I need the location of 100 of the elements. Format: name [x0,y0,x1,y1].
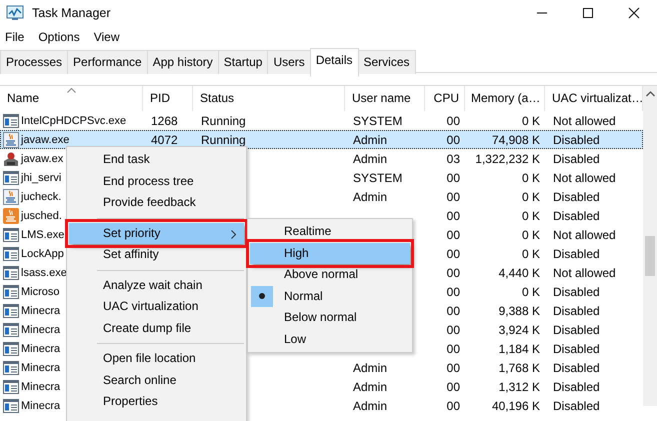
cpu-cell: 00 [446,114,460,128]
column-header[interactable]: CPU [425,86,465,111]
menu-item[interactable]: Open file location [69,348,244,370]
uac-cell: Disabled [553,208,600,222]
memory-cell: 74,908 K [492,132,540,146]
process-name: jhi_servi [21,172,62,184]
tab[interactable]: Services [358,50,416,74]
uac-cell: Disabled [553,246,600,260]
menu-item[interactable]: Below normal [250,307,410,328]
memory-cell: 0 K [522,208,540,222]
close-icon[interactable] [628,6,640,18]
menu-item[interactable]: Low [250,328,410,350]
menu-item[interactable]: Realtime [250,221,410,242]
window-icon [3,114,19,128]
cpu-cell: 00 [446,398,460,412]
process-name: Minecra [21,304,60,316]
cpu-cell: 00 [446,266,460,280]
column-header[interactable]: Memory (a… [465,86,545,111]
cpu-cell: 00 [446,284,460,298]
memory-cell: 0 K [522,190,540,204]
menu-bar-item[interactable]: File [5,30,24,44]
menu-item[interactable]: Analyze wait chain [69,274,244,296]
memory-cell: 0 K [522,170,540,184]
tab[interactable]: Users [267,50,311,74]
memory-cell: 3,924 K [498,322,540,336]
cpu-cell: 00 [446,208,460,222]
process-name: Minecra [21,362,60,374]
coffee-cup-icon [3,132,19,148]
tab[interactable]: Performance [67,50,148,74]
scroll-thumb[interactable] [645,236,655,276]
process-name: IntelCpHDCPSvc.exe [21,114,126,126]
window-icon [3,304,19,318]
game-icon [3,150,19,166]
tab[interactable]: App history [146,50,219,74]
menu-item[interactable]: Create dump file [69,318,244,339]
uac-cell: Disabled [553,304,600,318]
menu-item[interactable]: Set priority [69,222,244,244]
menu-item[interactable]: Provide feedback [69,192,244,214]
column-header[interactable]: User name [345,86,425,111]
memory-cell: 1,184 K [498,342,540,356]
process-name: jusched. [21,210,62,222]
tab[interactable]: Processes [0,50,68,74]
window-icon [3,322,19,336]
cpu-cell: 00 [446,190,460,204]
cpu-cell: 00 [446,304,460,318]
user-cell: SYSTEM [353,114,402,128]
cpu-cell: 03 [446,152,460,166]
process-name: Minecra [21,380,60,392]
window-icon [3,380,19,394]
uac-cell: Disabled [553,360,600,374]
user-cell: SYSTEM [353,170,402,184]
task-manager-icon [6,4,24,20]
window-icon [3,284,19,298]
process-name: Minecra [21,400,60,412]
tab[interactable]: Details [310,48,358,77]
status-cell: Running [201,132,246,146]
uac-cell: Disabled [553,322,600,336]
column-header[interactable]: PID [143,86,193,111]
coffee-cup-icon [3,188,19,204]
maximize-icon[interactable] [582,6,594,18]
tab[interactable]: Startup [218,50,268,74]
process-name: jucheck. [21,190,62,202]
cpu-cell: 00 [446,170,460,184]
column-header[interactable]: Name [0,86,143,111]
uac-cell: Not allowed [553,228,616,242]
menu-bar-item[interactable]: View [94,30,120,44]
menu-item[interactable]: Set affinity [69,244,244,266]
uac-cell: Disabled [553,152,600,166]
memory-cell: 9,388 K [498,304,540,318]
cpu-cell: 00 [446,132,460,146]
menu-item[interactable]: Normal [250,286,410,307]
scroll-up-icon[interactable] [646,91,655,97]
menu-item[interactable]: High [250,242,410,264]
memory-cell: 4,440 K [498,266,540,280]
window-title: Task Manager [32,6,111,20]
selected-row[interactable]: javaw.exe 4072 Running Admin 00 74,908 K Disabled [0,130,643,149]
memory-cell: 0 K [522,114,540,128]
uac-cell: Disabled [553,380,600,394]
process-name: Minecra [21,324,60,336]
memory-cell: 1,768 K [498,360,540,374]
sort-caret-icon [67,88,76,93]
cpu-cell: 00 [446,228,460,242]
menu-item[interactable]: Above normal [250,264,410,286]
process-name: LMS.exe [21,228,64,240]
cpu-cell: 00 [446,342,460,356]
process-name: lsass.exe [21,266,67,278]
process-name: Minecra [21,342,60,354]
menu-item[interactable]: Search online [69,370,244,391]
column-header[interactable]: Status [193,86,345,111]
menu-item[interactable]: End task [69,149,244,170]
menu-item[interactable]: Properties [69,391,244,412]
scrollbar[interactable] [643,86,657,406]
pid-cell: 1268 [151,114,178,128]
window-icon [3,246,19,260]
menu-item[interactable]: UAC virtualization [69,296,244,318]
process-name: javaw.exe [21,134,70,146]
uac-cell: Disabled [553,398,600,412]
menu-item[interactable]: End process tree [69,170,244,192]
user-cell: Admin [353,152,388,166]
menu-bar-item[interactable]: Options [38,30,80,44]
